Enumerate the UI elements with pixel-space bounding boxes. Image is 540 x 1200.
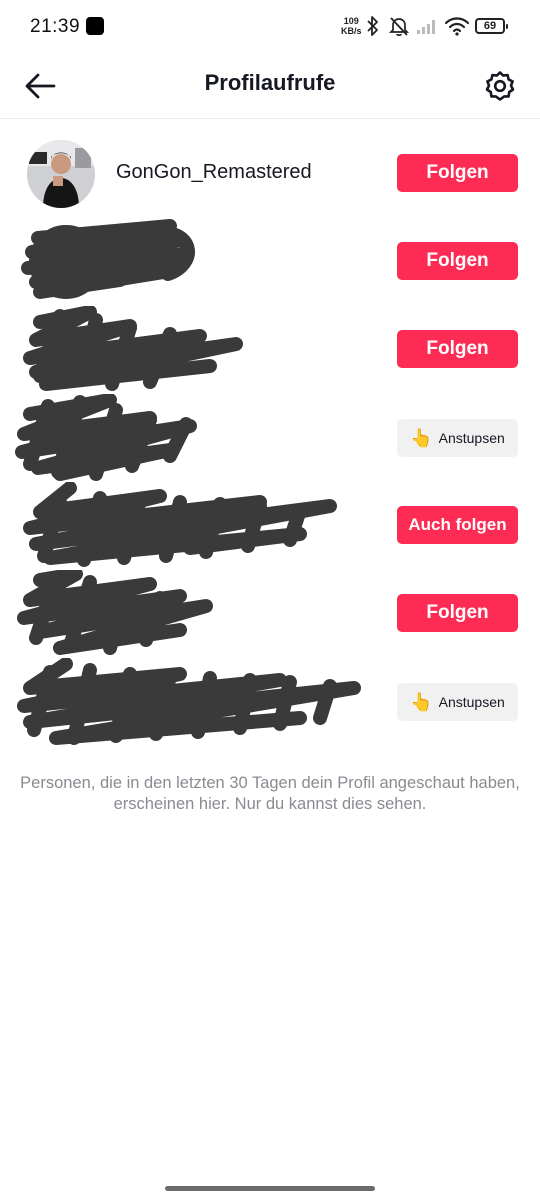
signal-icon <box>417 20 435 34</box>
mute-icon <box>388 17 410 36</box>
redacted-scribble <box>17 570 213 655</box>
list-item[interactable]: 👆 Anstupsen <box>0 394 540 482</box>
profile-viewers-list: GonGon_Remastered Folgen Folgen Folgen 👆… <box>0 130 540 746</box>
poke-button-label: Anstupsen <box>438 430 505 446</box>
pointing-hand-icon: 👆 <box>410 428 433 448</box>
poke-button[interactable]: 👆 Anstupsen <box>397 419 518 457</box>
follow-button[interactable]: Folgen <box>397 154 518 192</box>
follow-button[interactable]: Folgen <box>397 242 518 280</box>
list-item[interactable]: GonGon_Remastered Folgen <box>0 130 540 218</box>
page-title: Profilaufrufe <box>204 70 336 95</box>
battery-level: 69 <box>483 20 497 32</box>
follow-back-button[interactable]: Auch folgen <box>397 506 518 544</box>
profile-views-info-text: Personen, die in den letzten 30 Tagen de… <box>20 774 520 813</box>
redacted-scribble <box>17 658 361 745</box>
redacted-scribble <box>15 394 197 481</box>
home-indicator[interactable] <box>165 1186 375 1191</box>
list-item[interactable]: 👆 Anstupsen <box>0 658 540 746</box>
username[interactable]: GonGon_Remastered <box>116 161 312 184</box>
poke-button[interactable]: 👆 Anstupsen <box>397 683 518 721</box>
gear-icon <box>485 71 515 101</box>
network-speed: 109 KB/s <box>341 16 362 36</box>
bluetooth-icon <box>367 16 378 36</box>
avatar[interactable] <box>27 140 95 208</box>
wifi-icon <box>444 17 470 36</box>
list-item[interactable]: Folgen <box>0 570 540 658</box>
list-item[interactable]: Auch folgen <box>0 482 540 570</box>
list-item[interactable]: Folgen <box>0 306 540 394</box>
top-header: Profilaufrufe <box>0 54 540 119</box>
network-speed-value: 109 <box>343 16 359 26</box>
follow-button[interactable]: Folgen <box>397 330 518 368</box>
redacted-scribble <box>23 482 337 567</box>
follow-button[interactable]: Folgen <box>397 594 518 632</box>
list-item[interactable]: Folgen <box>0 218 540 306</box>
status-bar: 21:39 109 KB/s 69 <box>0 0 540 54</box>
redacted-scribble <box>23 306 243 391</box>
status-time: 21:39 <box>30 16 81 37</box>
app-notification-icon <box>86 17 104 35</box>
battery-icon: 69 <box>475 18 508 34</box>
pointing-hand-icon: 👆 <box>410 692 433 712</box>
settings-button[interactable] <box>480 66 520 106</box>
poke-button-label: Anstupsen <box>438 694 505 710</box>
redacted-scribble <box>21 219 195 299</box>
network-speed-unit: KB/s <box>341 26 362 36</box>
